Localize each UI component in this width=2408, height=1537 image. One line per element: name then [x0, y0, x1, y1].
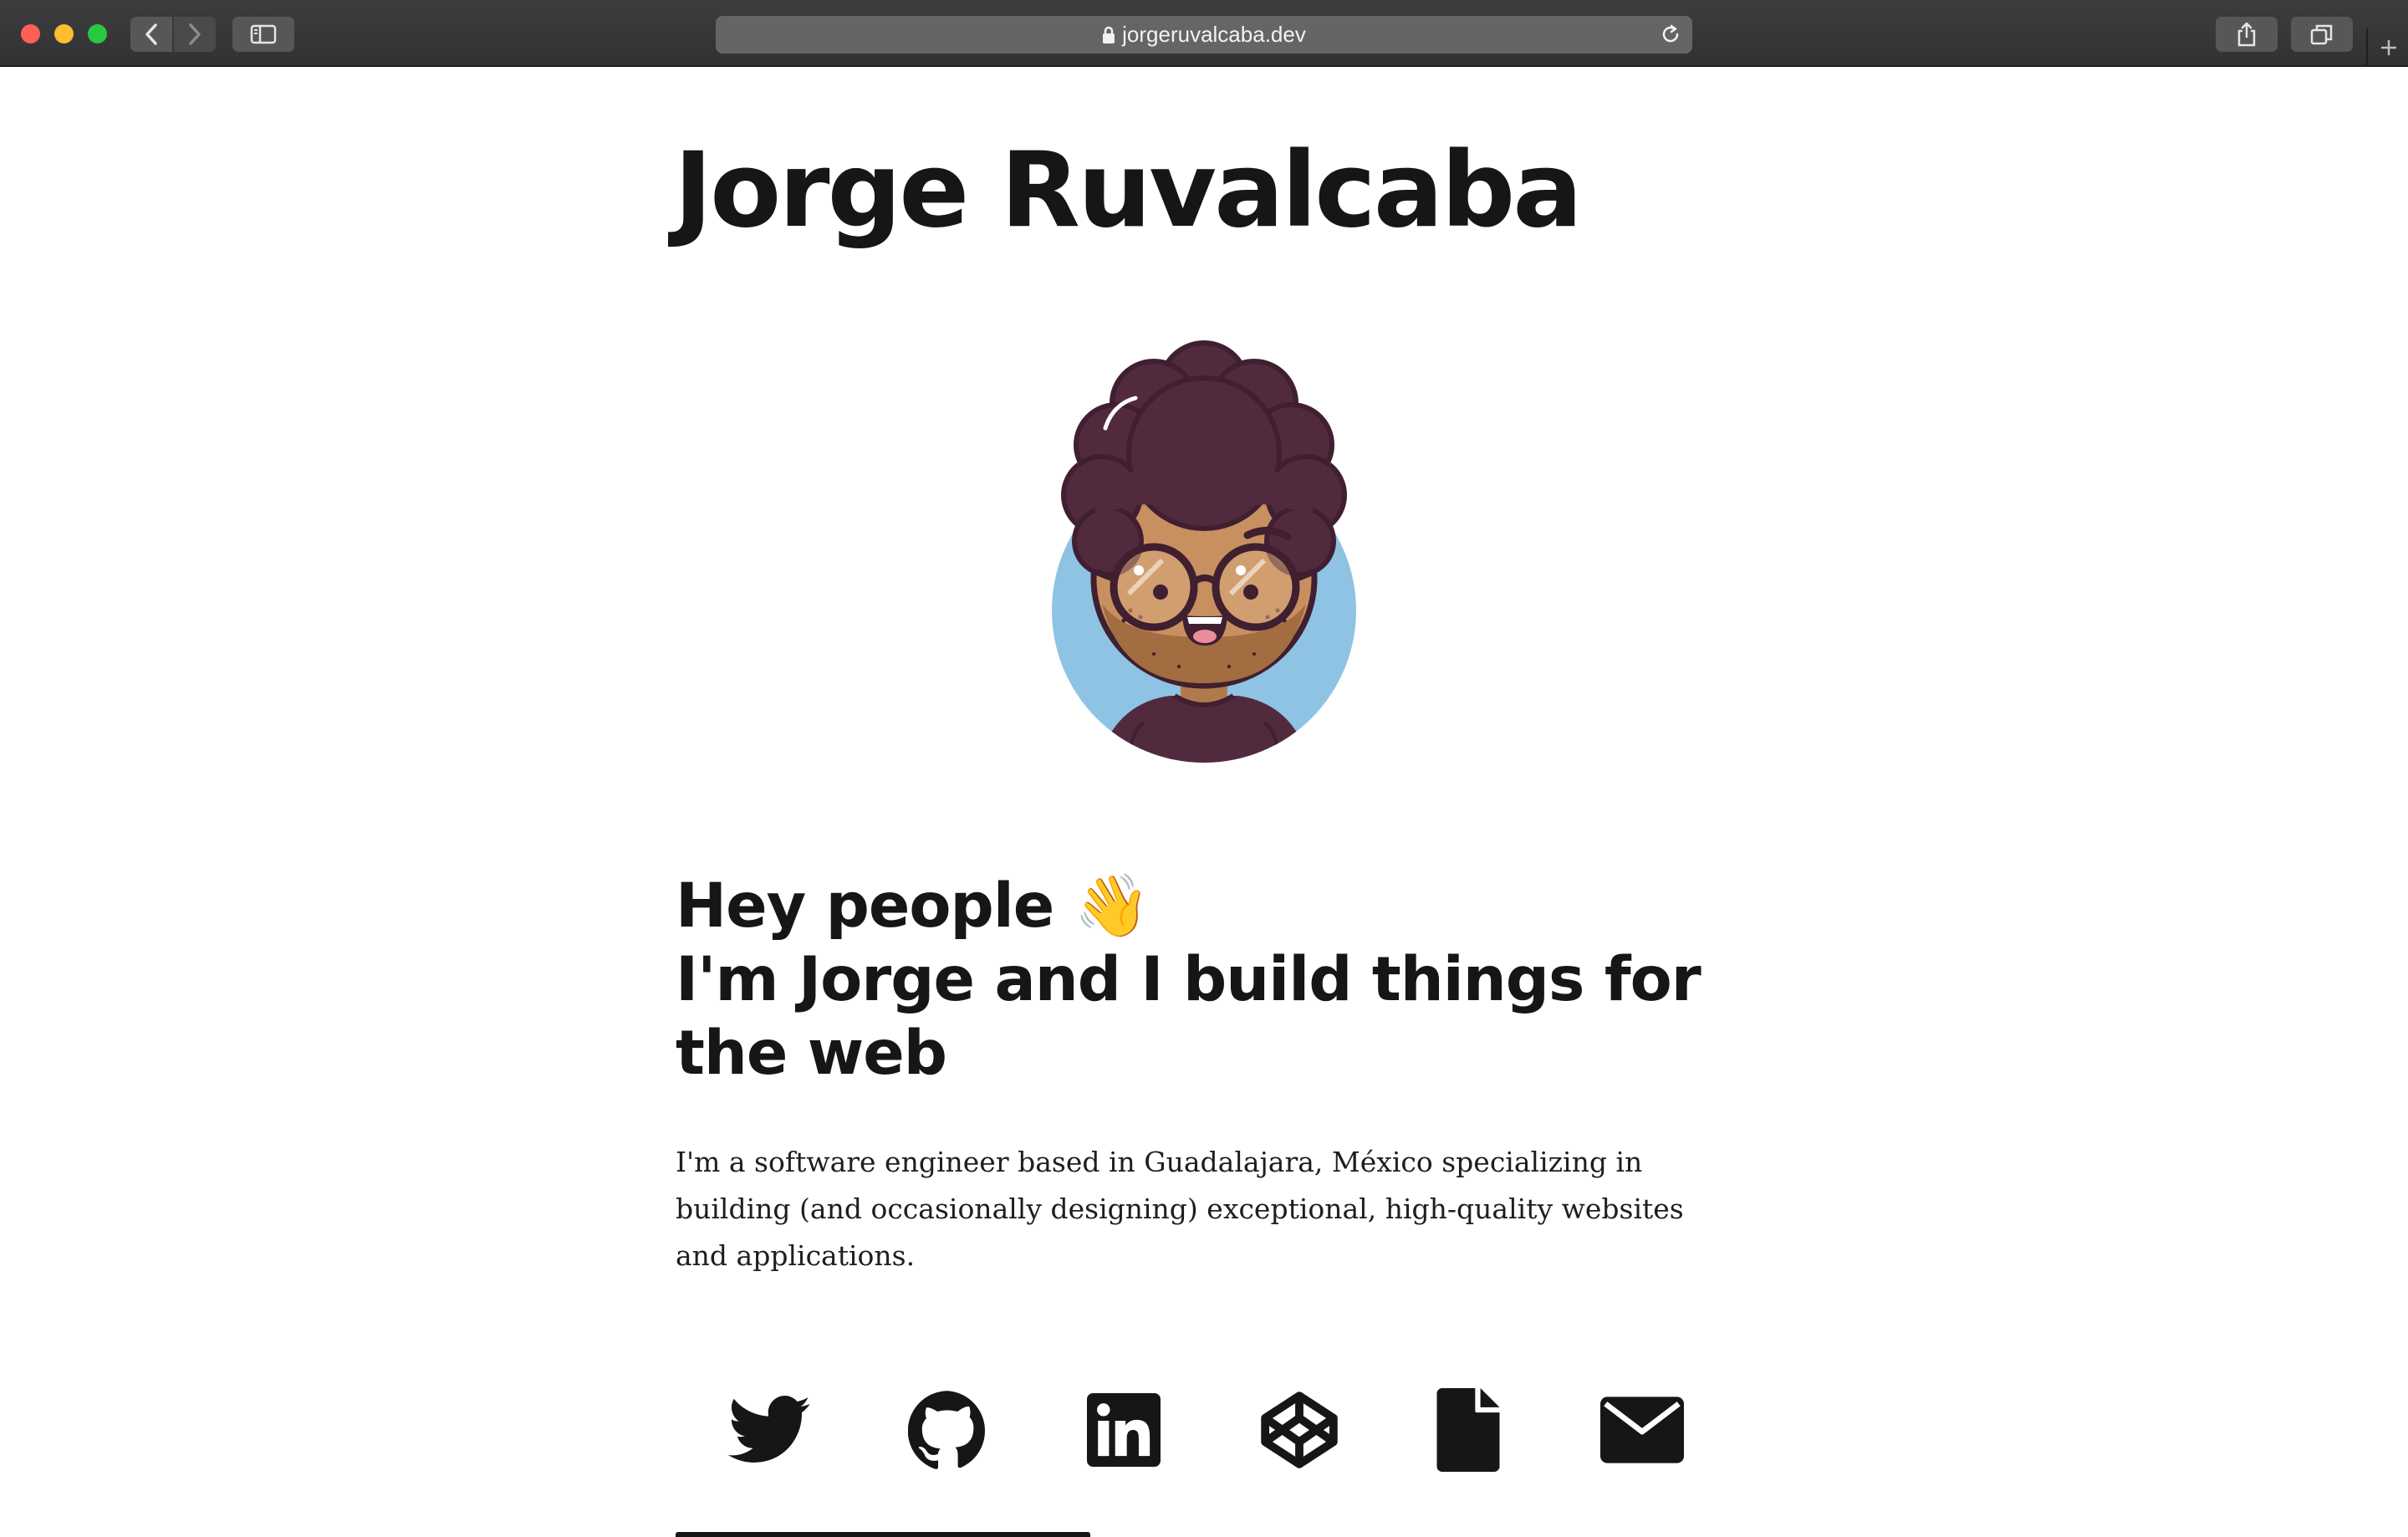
close-window-button[interactable] — [21, 24, 40, 43]
lock-icon — [1102, 26, 1115, 44]
github-icon — [908, 1391, 985, 1469]
share-button[interactable] — [2216, 17, 2278, 52]
reload-icon[interactable] — [1659, 23, 1682, 46]
email-icon — [1600, 1397, 1684, 1463]
resume-file-icon — [1436, 1388, 1500, 1472]
sidebar-toggle-button[interactable] — [232, 17, 294, 52]
chevron-left-icon — [145, 23, 157, 45]
address-bar[interactable]: jorgeruvalcaba.dev — [716, 16, 1692, 54]
hero-greeting: Hey people — [676, 871, 1054, 942]
email-link[interactable] — [1599, 1388, 1686, 1472]
url-text: jorgeruvalcaba.dev — [1122, 22, 1306, 47]
forward-button[interactable] — [174, 17, 216, 52]
new-tab-button[interactable] — [2366, 28, 2408, 67]
cta-button-top-edge[interactable] — [676, 1532, 1090, 1537]
site-title: Jorge Ruvalcaba — [674, 130, 1583, 251]
tabs-overview-icon — [2310, 24, 2333, 45]
maximize-window-button[interactable] — [88, 24, 107, 43]
hero-tagline: I'm Jorge and I build things for the web — [676, 944, 1701, 1089]
social-links — [676, 1388, 1737, 1480]
twitter-link[interactable] — [726, 1388, 813, 1472]
browser-toolbar: jorgeruvalcaba.dev — [0, 0, 2408, 67]
linkedin-icon — [1087, 1393, 1161, 1467]
share-icon — [2237, 22, 2256, 47]
resume-link[interactable] — [1433, 1388, 1503, 1472]
avatar — [1052, 340, 1356, 763]
page-content: Jorge Ruvalcaba Hey people 👋 I'm Jorge a… — [0, 67, 2408, 1537]
codepen-icon — [1261, 1391, 1338, 1468]
sidebar-icon — [250, 24, 277, 44]
plus-icon — [2381, 40, 2396, 55]
intro-paragraph: I'm a software engineer based in Guadala… — [676, 1146, 1684, 1272]
twitter-icon — [727, 1396, 810, 1463]
github-link[interactable] — [906, 1388, 990, 1472]
minimize-window-button[interactable] — [54, 24, 74, 43]
back-button[interactable] — [130, 17, 172, 52]
linkedin-link[interactable] — [1085, 1388, 1162, 1472]
show-tabs-button[interactable] — [2291, 17, 2353, 52]
wave-emoji: 👋 — [1074, 871, 1150, 942]
codepen-link[interactable] — [1256, 1388, 1343, 1472]
chevron-right-icon — [189, 23, 201, 45]
hero-heading: Hey people 👋 I'm Jorge and I build thing… — [676, 870, 1763, 1090]
